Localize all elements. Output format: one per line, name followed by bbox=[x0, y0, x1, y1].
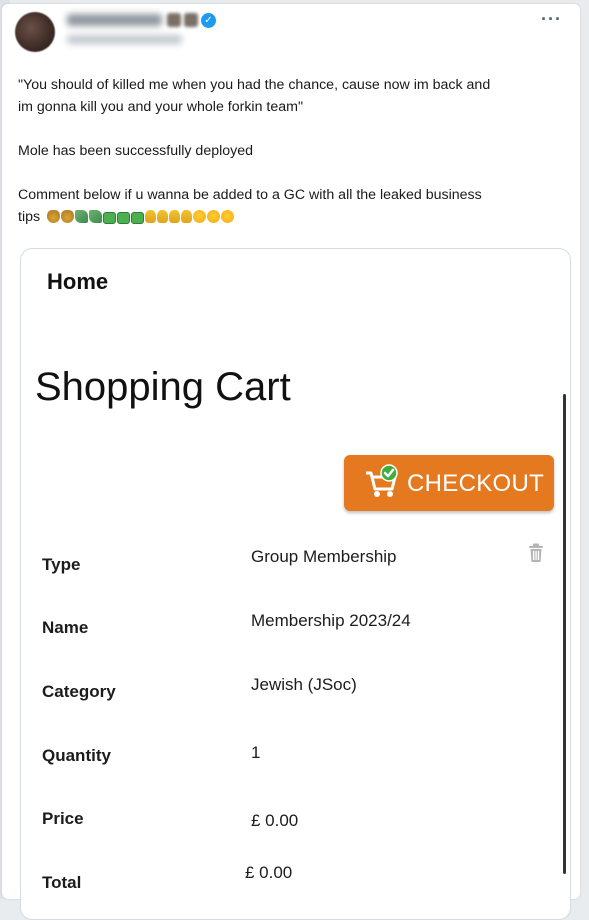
praying-hands-icon bbox=[145, 210, 157, 223]
price-value: £ 0.00 bbox=[251, 811, 299, 830]
total-label: Total bbox=[42, 873, 82, 892]
money-bag-icon bbox=[61, 210, 75, 223]
name-emoji bbox=[167, 13, 181, 27]
scrollbar[interactable] bbox=[563, 394, 566, 874]
home-link[interactable]: Home bbox=[47, 269, 108, 295]
more-horizontal-icon[interactable]: ··· bbox=[541, 10, 562, 28]
attached-screenshot[interactable]: Home Shopping Cart CHECKOUT Type Group M… bbox=[20, 248, 571, 920]
tweet-card: ✓ ··· "You should of killed me when you … bbox=[2, 4, 580, 920]
name-value: Membership 2023/24 bbox=[251, 611, 411, 630]
checkout-label: CHECKOUT bbox=[407, 470, 545, 497]
praying-hands-icon bbox=[181, 210, 193, 223]
cash-icon bbox=[117, 212, 131, 224]
smirk-face-icon bbox=[193, 210, 207, 223]
tweet-line-1: "You should of killed me when you had th… bbox=[18, 77, 491, 93]
praying-hands-icon bbox=[169, 210, 181, 223]
money-wings-icon bbox=[75, 210, 89, 223]
category-label: Category bbox=[42, 682, 116, 701]
name-label: Name bbox=[42, 618, 89, 637]
smirk-face-icon bbox=[207, 210, 221, 223]
tweet-line-5-text: tips bbox=[18, 209, 41, 225]
price-label: Price bbox=[42, 809, 84, 828]
type-label: Type bbox=[42, 555, 81, 574]
quantity-label: Quantity bbox=[42, 746, 111, 765]
category-value: Jewish (JSoc) bbox=[251, 675, 357, 694]
page-title: Shopping Cart bbox=[35, 365, 291, 409]
display-name-redacted bbox=[67, 14, 162, 26]
total-value: £ 0.00 bbox=[245, 863, 293, 882]
money-wings-icon bbox=[89, 210, 103, 223]
checkout-button[interactable]: CHECKOUT bbox=[344, 455, 554, 511]
cash-icon bbox=[131, 212, 145, 224]
tweet-line-4: Comment below if u wanna be added to a G… bbox=[18, 187, 482, 203]
smirk-face-icon bbox=[221, 210, 235, 223]
name-badges: ✓ bbox=[167, 12, 216, 28]
trash-icon[interactable] bbox=[528, 543, 544, 563]
username-redacted bbox=[67, 35, 182, 44]
emoji-sequence bbox=[47, 210, 235, 224]
cash-icon bbox=[103, 212, 117, 224]
cart-check-icon bbox=[366, 464, 398, 497]
name-emoji bbox=[184, 13, 198, 27]
tweet-line-2: im gonna kill you and your whole forkin … bbox=[18, 99, 303, 115]
quantity-value: 1 bbox=[251, 743, 261, 762]
type-value: Group Membership bbox=[251, 547, 397, 566]
avatar[interactable] bbox=[15, 12, 55, 52]
tweet-text: "You should of killed me when you had th… bbox=[18, 74, 573, 228]
praying-hands-icon bbox=[157, 210, 169, 223]
tweet-line-5: tips bbox=[18, 206, 573, 228]
tweet-line-3: Mole has been successfully deployed bbox=[18, 143, 254, 159]
money-bag-icon bbox=[47, 210, 61, 223]
verified-badge-icon: ✓ bbox=[201, 12, 216, 28]
